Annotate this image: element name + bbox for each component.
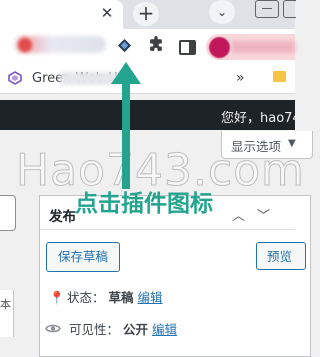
visibility-value: 公开 — [123, 322, 149, 337]
user-greeting[interactable]: 您好，hao74 — [221, 107, 301, 126]
bookmark-favicon-icon — [8, 71, 22, 85]
title-input[interactable] — [0, 195, 16, 231]
blurred-extension-icon — [18, 38, 32, 52]
status-label: 状态： — [67, 290, 105, 305]
wordpress-plugin-icon[interactable] — [117, 38, 132, 53]
status-row: 📍 状态： 草稿 编辑 — [49, 287, 163, 306]
avatar[interactable] — [209, 37, 230, 58]
edit-visibility-link[interactable]: 编辑 — [152, 322, 177, 337]
editor-text: 本 — [0, 298, 11, 311]
divider — [40, 229, 295, 230]
puzzle-icon[interactable] — [146, 36, 166, 56]
publish-box-title: 发布 — [49, 209, 76, 225]
annotation-arrow-icon — [111, 62, 141, 189]
blurred-profile-name — [232, 41, 295, 53]
visibility-label: 可见性： — [69, 322, 120, 337]
side-panel-icon[interactable] — [179, 40, 196, 55]
edit-status-link[interactable]: 编辑 — [138, 290, 163, 305]
pin-icon: 📍 — [49, 290, 65, 305]
annotation-text: 点击插件图标 — [75, 191, 213, 217]
save-draft-button[interactable]: 保存草稿 — [46, 242, 120, 272]
folder-icon[interactable] — [273, 71, 286, 82]
status-value: 草稿 — [108, 290, 134, 305]
chevron-down-icon[interactable]: ﹀ — [257, 205, 270, 224]
eye-glyph-icon — [45, 324, 61, 333]
minimize-icon[interactable] — [255, 0, 279, 18]
close-icon[interactable]: ✕ — [99, 4, 115, 22]
window-control-icon[interactable] — [283, 0, 296, 18]
puzzle-glyph-icon — [149, 36, 162, 51]
tab-search-button[interactable]: ⌄ — [209, 0, 235, 24]
new-tab-button[interactable]: + — [133, 2, 159, 26]
chevron-up-icon[interactable]: ︿ — [232, 205, 245, 224]
visibility-row: 可见性： 公开 编辑 — [45, 319, 177, 338]
bookmarks-more-button[interactable]: » — [236, 70, 245, 86]
preview-button[interactable]: 预览 — [256, 242, 306, 270]
eye-icon — [45, 322, 63, 337]
